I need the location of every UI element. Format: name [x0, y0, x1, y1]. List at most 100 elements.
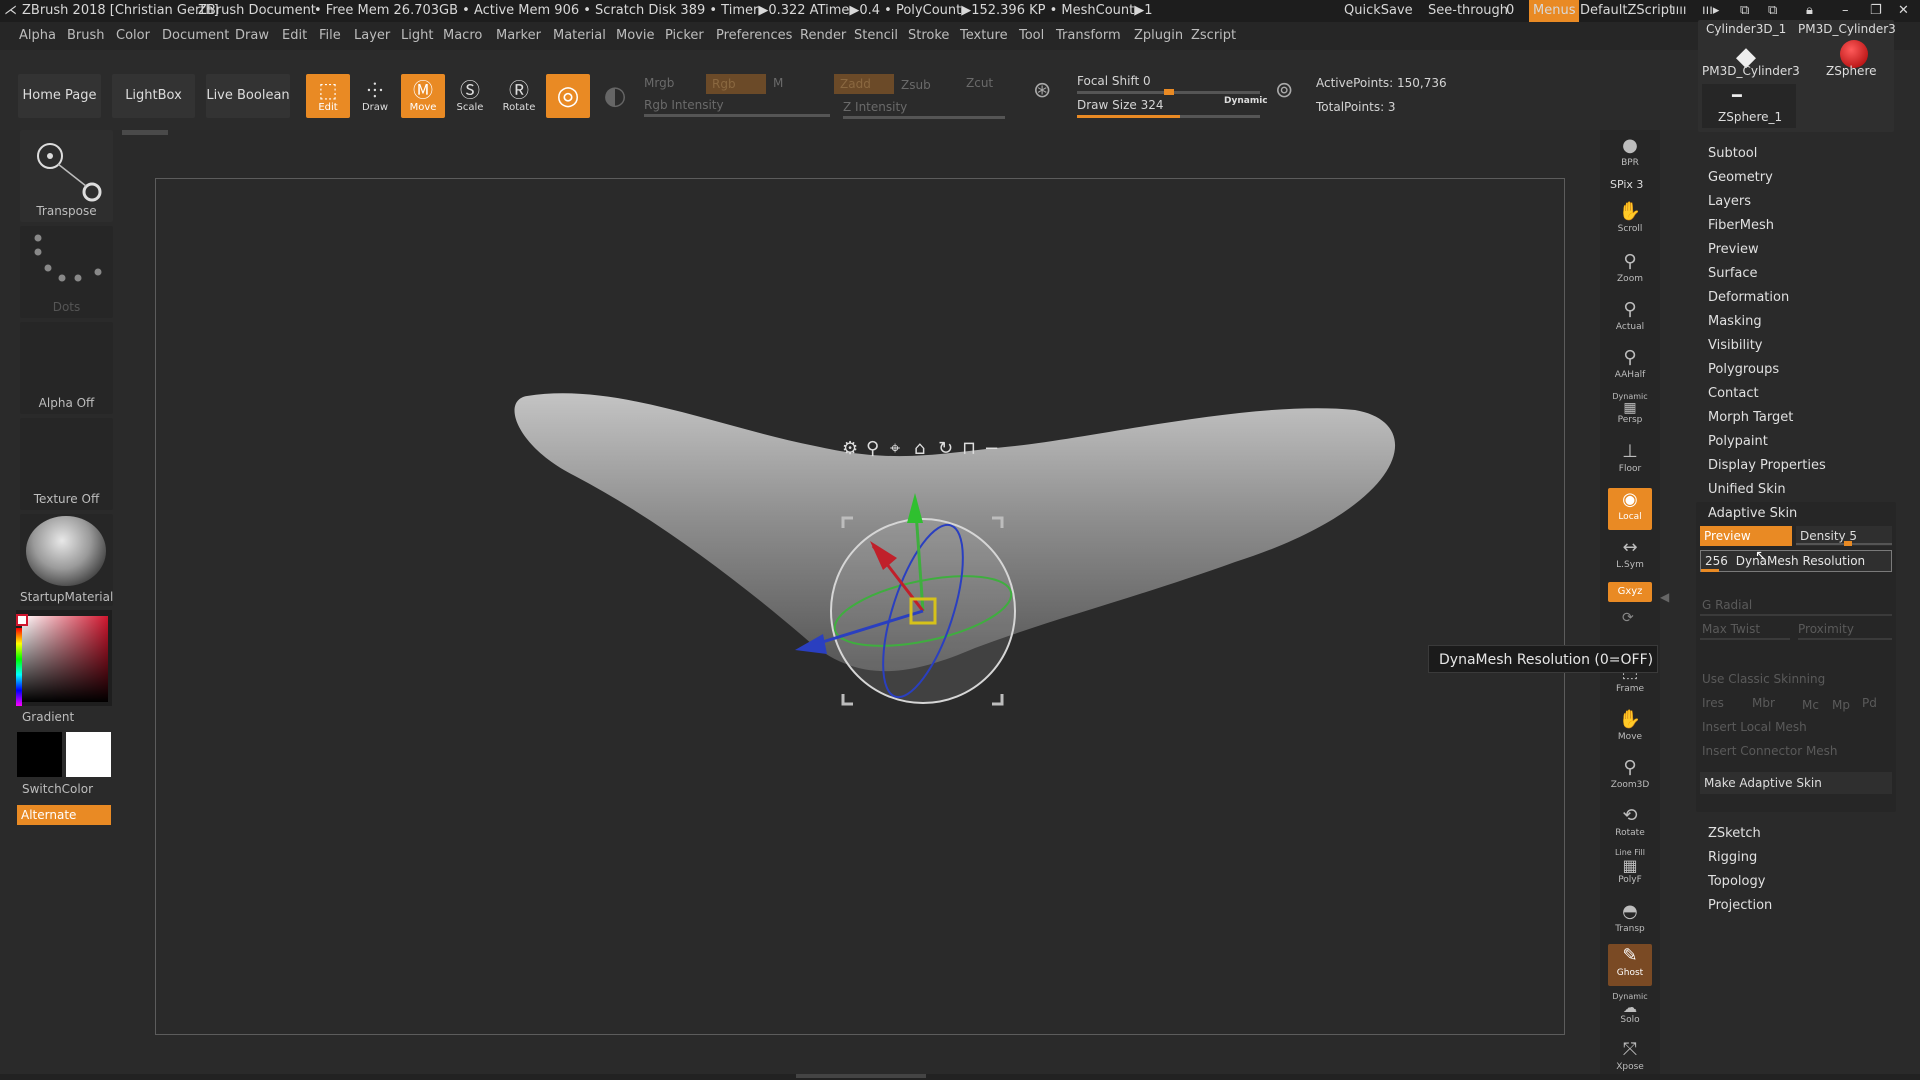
- gizmo-pin-icon[interactable]: ⚲: [866, 438, 879, 459]
- rotate-view-button[interactable]: ⟲ Rotate: [1608, 804, 1652, 846]
- lock-icon[interactable]: 🔒︎: [1806, 0, 1813, 22]
- layout-icon[interactable]: ıııı: [1672, 0, 1686, 22]
- max-twist-slider[interactable]: Max Twist: [1702, 622, 1760, 636]
- aahalf-button[interactable]: ⚲ AAHalf: [1608, 346, 1652, 388]
- lightbox-button[interactable]: LightBox: [112, 74, 195, 118]
- bottom-tray-grip[interactable]: [796, 1074, 926, 1078]
- section-subtool[interactable]: Subtool: [1708, 146, 1757, 161]
- menu-alpha[interactable]: Alpha: [19, 22, 56, 50]
- scale-mode-button[interactable]: Ⓢ Scale: [448, 74, 492, 118]
- menu-preferences[interactable]: Preferences: [716, 22, 792, 50]
- dynamic-toggle[interactable]: Dynamic: [1224, 96, 1268, 106]
- ghost-button[interactable]: ✎ Ghost: [1608, 944, 1652, 986]
- texture-slot[interactable]: Texture Off: [20, 418, 113, 510]
- menu-material[interactable]: Material: [553, 22, 606, 50]
- menu-texture[interactable]: Texture: [960, 22, 1008, 50]
- menu-file[interactable]: File: [319, 22, 341, 50]
- ires-slider[interactable]: Ires: [1702, 696, 1724, 710]
- floor-button[interactable]: ⊥ Floor: [1608, 440, 1652, 482]
- lsym-button[interactable]: ↔ L.Sym: [1608, 536, 1652, 578]
- zsphere1-thumb[interactable]: ━ ZSphere_1: [1702, 84, 1796, 128]
- menu-stroke[interactable]: Stroke: [908, 22, 949, 50]
- gizmo-lock-icon[interactable]: ⊓: [962, 438, 976, 459]
- menu-layer[interactable]: Layer: [354, 22, 390, 50]
- menu-picker[interactable]: Picker: [665, 22, 704, 50]
- mrgb-button[interactable]: Mrgb: [644, 76, 674, 90]
- edit-mode-button[interactable]: ⬚ Edit: [306, 74, 350, 118]
- make-adaptive-skin-button[interactable]: Make Adaptive Skin: [1700, 772, 1892, 794]
- hue-strip[interactable]: [16, 628, 22, 706]
- actual-button[interactable]: ⚲ Actual: [1608, 298, 1652, 340]
- zsub-button[interactable]: Zsub: [901, 78, 931, 92]
- lazy-mouse-icon[interactable]: ⊛: [1033, 78, 1051, 103]
- section-rigging[interactable]: Rigging: [1708, 850, 1757, 865]
- zadd-button[interactable]: Zadd: [834, 74, 894, 94]
- move-view-button[interactable]: ✋ Move: [1608, 708, 1652, 750]
- xyz-button[interactable]: Gxyz: [1608, 582, 1652, 602]
- menus-button[interactable]: Menus: [1529, 0, 1580, 22]
- insert-local-mesh-button[interactable]: Insert Local Mesh: [1702, 720, 1807, 734]
- mp-toggle[interactable]: Mp: [1832, 698, 1850, 712]
- mbr-slider[interactable]: Mbr: [1752, 696, 1775, 710]
- backface-mask-icon[interactable]: ⊚: [1275, 78, 1293, 103]
- menu-movie[interactable]: Movie: [616, 22, 654, 50]
- section-display-properties[interactable]: Display Properties: [1708, 458, 1826, 473]
- menu-tool[interactable]: Tool: [1019, 22, 1044, 50]
- gizmo-reset-icon[interactable]: ↻: [938, 438, 953, 459]
- section-projection[interactable]: Projection: [1708, 898, 1772, 913]
- menu-draw[interactable]: Draw: [235, 22, 269, 50]
- draw-size-slider[interactable]: Draw Size 324: [1077, 98, 1164, 112]
- section-topology[interactable]: Topology: [1708, 874, 1765, 889]
- section-surface[interactable]: Surface: [1708, 266, 1758, 281]
- collapse-arrow-icon[interactable]: ◀: [1660, 590, 1669, 614]
- transp-button[interactable]: ◓ Transp: [1608, 900, 1652, 942]
- mc-toggle[interactable]: Mc: [1802, 698, 1819, 712]
- z-intensity-track[interactable]: [843, 116, 1005, 119]
- live-boolean-button[interactable]: Live Boolean: [206, 74, 290, 118]
- rotate-mode-button[interactable]: Ⓡ Rotate: [497, 74, 541, 118]
- gizmo-settings-icon[interactable]: ⚙: [842, 438, 858, 459]
- move-mode-button[interactable]: Ⓜ Move: [401, 74, 445, 118]
- window-icon-2[interactable]: ⧉: [1768, 0, 1777, 22]
- gizmo-location-icon[interactable]: ⌖: [890, 438, 900, 459]
- menu-transform[interactable]: Transform: [1056, 22, 1121, 50]
- section-preview[interactable]: Preview: [1708, 242, 1759, 257]
- material-sphere-button[interactable]: ◐: [593, 74, 637, 118]
- zoom3d-button[interactable]: ⚲ Zoom3D: [1608, 756, 1652, 798]
- color-square[interactable]: [22, 616, 108, 702]
- menu-zscript[interactable]: Zscript: [1191, 22, 1236, 50]
- transpose-gizmo-button[interactable]: ◎: [546, 74, 590, 118]
- section-polypaint[interactable]: Polypaint: [1708, 434, 1768, 449]
- layout-icon-2[interactable]: ııı▸: [1702, 0, 1719, 22]
- window-icon[interactable]: ⧉: [1740, 0, 1749, 22]
- focal-shift-slider[interactable]: Focal Shift 0: [1077, 74, 1151, 88]
- menu-brush[interactable]: Brush: [67, 22, 105, 50]
- alpha-slot[interactable]: Alpha Off: [20, 322, 113, 414]
- scroll-button[interactable]: ✋ Scroll: [1608, 200, 1652, 242]
- secondary-color-swatch[interactable]: [17, 732, 62, 777]
- switchcolor-button[interactable]: SwitchColor: [22, 782, 93, 796]
- close-icon[interactable]: ✕: [1898, 0, 1909, 22]
- stroke-slot[interactable]: Dots: [20, 226, 113, 318]
- draw-mode-button[interactable]: ⸭ Draw: [353, 74, 397, 118]
- pd-toggle[interactable]: Pd: [1862, 696, 1877, 710]
- proximity-slider[interactable]: Proximity: [1798, 622, 1854, 636]
- section-layers[interactable]: Layers: [1708, 194, 1751, 209]
- bpr-button[interactable]: ● BPR: [1608, 134, 1652, 176]
- thumb-label-3[interactable]: PM3D_Cylinder3: [1702, 64, 1800, 78]
- material-slot[interactable]: StartupMaterial: [20, 514, 113, 606]
- rgb-intensity-track[interactable]: [644, 114, 830, 117]
- thumb-label-4[interactable]: ZSphere: [1826, 64, 1877, 78]
- gizmo-home-icon[interactable]: ⌂: [914, 438, 925, 459]
- g-radial-slider[interactable]: G Radial: [1702, 598, 1752, 612]
- menu-stencil[interactable]: Stencil: [854, 22, 898, 50]
- insert-connector-mesh-button[interactable]: Insert Connector Mesh: [1702, 744, 1838, 758]
- persp-button[interactable]: Dynamic ▦ Persp: [1608, 392, 1652, 434]
- default-zscript-button[interactable]: DefaultZScript: [1580, 0, 1674, 22]
- alternate-button[interactable]: Alternate: [17, 805, 111, 825]
- minimize-icon[interactable]: –: [1842, 0, 1849, 22]
- dynamesh-resolution-slider[interactable]: 256 DynaMesh Resolution: [1700, 550, 1892, 572]
- section-fibermesh[interactable]: FiberMesh: [1708, 218, 1774, 233]
- quicksave-button[interactable]: QuickSave: [1344, 0, 1413, 22]
- section-polygroups[interactable]: Polygroups: [1708, 362, 1779, 377]
